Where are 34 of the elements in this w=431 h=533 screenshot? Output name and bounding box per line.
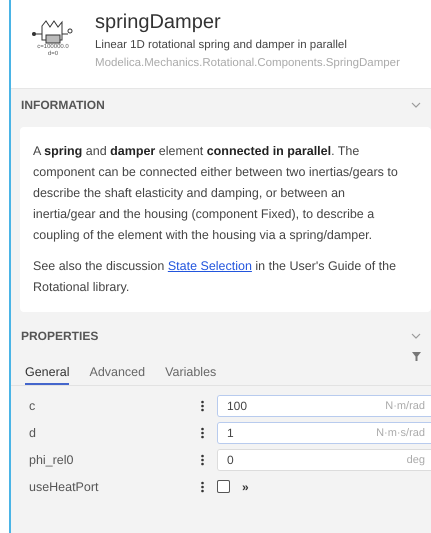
field-value: 1 bbox=[227, 426, 234, 440]
parameter-name: d bbox=[28, 426, 37, 440]
section-heading: INFORMATION bbox=[21, 98, 105, 112]
spring-damper-icon bbox=[31, 20, 75, 44]
unit-label: N·m·s/rad bbox=[376, 426, 425, 438]
parameter-field[interactable]: 1 N·m·s/rad bbox=[217, 422, 431, 444]
properties-tab[interactable]: Variables bbox=[165, 365, 216, 385]
checkbox[interactable] bbox=[217, 480, 230, 493]
state-selection-link[interactable]: State Selection bbox=[168, 259, 252, 273]
chevron-icon[interactable] bbox=[411, 332, 421, 340]
info-paragraph: See also the discussion State Selection in the User's Guide of the Rotational library. bbox=[33, 258, 398, 296]
parameter-field[interactable]: 0 deg bbox=[217, 448, 431, 470]
more-options-icon[interactable] bbox=[200, 400, 204, 412]
parameter-field[interactable]: 100 N·m/rad bbox=[217, 394, 431, 416]
more-options-icon[interactable] bbox=[200, 454, 204, 466]
unit-label: N·m/rad bbox=[385, 400, 425, 412]
field-value: 100 bbox=[227, 398, 248, 412]
expand-button[interactable]: » bbox=[242, 480, 249, 494]
class-path: Modelica.Mechanics.Rotational.Components.SpringDamper bbox=[95, 56, 400, 71]
chevron-icon[interactable] bbox=[411, 102, 421, 108]
unit-label: deg bbox=[406, 454, 425, 466]
component-description: Linear 1D rotational spring and damper in parallel bbox=[95, 38, 348, 53]
info-paragraph: A spring and damper element connected in parallel. The component can be connected either between two inertias/gears to describe the shaft elasticity and damping, or between an inertia/gear and the housing (component Fixed), to describe a coupling of the element with the housing via a spring/damper. bbox=[33, 143, 399, 244]
properties-tab[interactable]: Advanced bbox=[89, 365, 146, 385]
properties-tab[interactable]: General bbox=[25, 365, 70, 385]
more-options-icon[interactable] bbox=[200, 426, 204, 438]
parameter-name: useHeatPort bbox=[28, 480, 100, 494]
filter-icon[interactable] bbox=[412, 352, 421, 361]
field-value: 0 bbox=[227, 452, 234, 466]
component-title: springDamper bbox=[95, 10, 222, 34]
section-heading: PROPERTIES bbox=[21, 329, 98, 343]
parameter-name: phi_rel0 bbox=[28, 452, 74, 466]
more-options-icon[interactable] bbox=[200, 480, 204, 492]
parameter-name: c bbox=[28, 398, 36, 412]
